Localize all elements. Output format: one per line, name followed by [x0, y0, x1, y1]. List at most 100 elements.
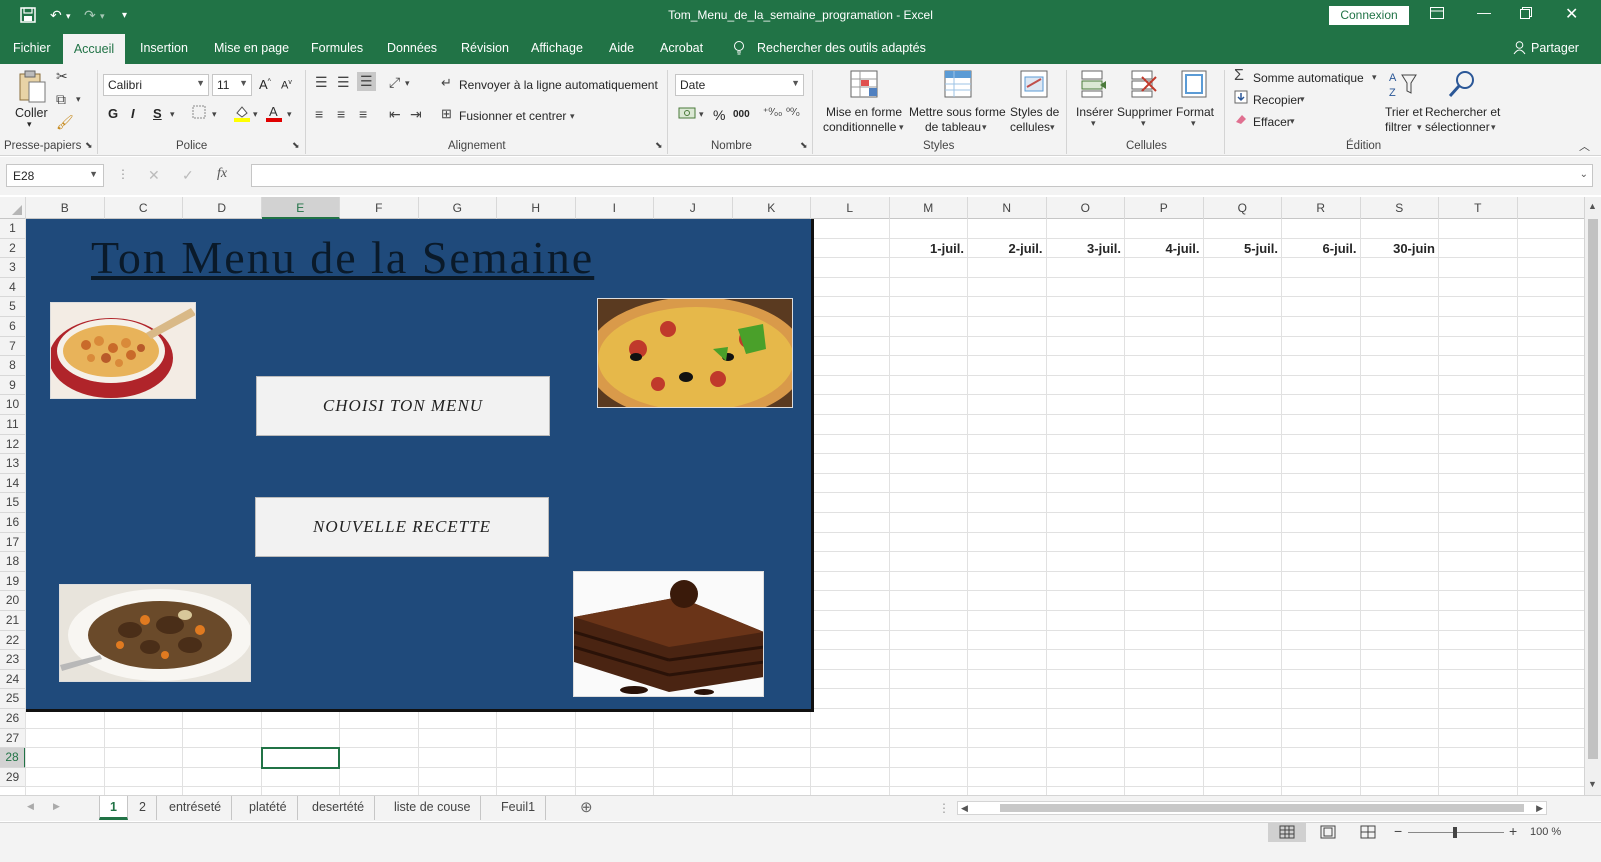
formula-input[interactable]: ⌄ [251, 164, 1593, 187]
column-header-d[interactable]: D [183, 197, 262, 219]
scroll-up-icon[interactable]: ▲ [1588, 201, 1597, 211]
row-header-4[interactable]: 4 [0, 277, 26, 298]
next-sheet-icon[interactable]: ▶ [53, 801, 60, 812]
selected-cell-e28[interactable] [260, 747, 340, 769]
spreadsheet-grid[interactable]: BCDEFGHIJKLMNOPQRST 1 2 3 4 5 6 7 8 9 10 11 12 13 14 1… [0, 197, 1601, 809]
tab-fichier[interactable]: Fichier [13, 41, 51, 55]
scroll-right-icon[interactable]: ▶ [1536, 803, 1543, 814]
new-recipe-button[interactable]: NOUVELLE RECETTE [255, 497, 549, 557]
italic-button[interactable]: I [131, 106, 135, 121]
column-header-o[interactable]: O [1047, 197, 1125, 219]
format-dropdown-icon[interactable]: ▾ [1191, 118, 1196, 129]
row-header-6[interactable]: 6 [0, 317, 26, 337]
insert-function-button[interactable]: fx [217, 166, 227, 182]
row-header-23[interactable]: 23 [0, 650, 26, 670]
grow-font-icon[interactable]: A^ [259, 77, 271, 92]
currency-dropdown-icon[interactable]: ▾ [699, 109, 704, 120]
close-icon[interactable]: ✕ [1565, 4, 1578, 24]
connexion-button[interactable]: Connexion [1329, 6, 1409, 25]
sheet-tab[interactable]: liste de couse [384, 796, 482, 820]
format-as-table-button[interactable]: Mettre sous forme [909, 105, 1006, 119]
row-header-1[interactable]: 1 [0, 219, 26, 239]
stew-image[interactable] [59, 584, 251, 682]
pizza-image[interactable] [597, 298, 793, 408]
autosum-dropdown-icon[interactable]: ▾ [1372, 72, 1377, 83]
row-header-8[interactable]: 8 [0, 356, 26, 376]
column-header-r[interactable]: R [1282, 197, 1361, 219]
date-cell[interactable]: 4-juil. [1125, 239, 1200, 259]
row-header-5[interactable]: 5 [0, 297, 26, 317]
search-tools[interactable]: Rechercher des outils adaptés [757, 41, 926, 55]
column-header-k[interactable]: K [733, 197, 811, 219]
decrease-decimal-icon[interactable]: ⁰⁰⁄₀ [786, 107, 800, 118]
scroll-down-icon[interactable]: ▼ [1588, 779, 1597, 789]
cell-styles-button[interactable]: Styles de [1010, 105, 1059, 119]
row-header-12[interactable]: 12 [0, 434, 26, 455]
collapse-ribbon-icon[interactable]: ︿ [1579, 138, 1590, 154]
normal-view-icon[interactable] [1268, 823, 1306, 842]
wrap-text-button[interactable]: Renvoyer à la ligne automatiquement [459, 78, 658, 92]
row-header-15[interactable]: 15 [0, 493, 26, 513]
row-header-16[interactable]: 16 [0, 513, 26, 533]
row-header-25[interactable]: 25 [0, 689, 26, 709]
date-cell[interactable]: 5-juil. [1204, 239, 1278, 259]
align-right-icon[interactable]: ≡ [359, 106, 367, 122]
autosum-button[interactable]: Somme automatique [1253, 71, 1364, 85]
minimize-icon[interactable]: — [1477, 4, 1491, 20]
row-header-11[interactable]: 11 [0, 415, 26, 435]
cell-styles-dropdown-icon[interactable]: ▾ [1050, 122, 1055, 133]
currency-icon[interactable] [678, 106, 696, 123]
shrink-font-icon[interactable]: Av [281, 79, 292, 92]
zoom-out-icon[interactable]: − [1394, 823, 1402, 839]
dialog-launcher-icon[interactable]: ⬊ [292, 140, 300, 151]
row-header-26[interactable]: 26 [0, 709, 26, 729]
row-header-19[interactable]: 19 [0, 571, 26, 592]
format-painter-icon[interactable]: 🖌 [56, 114, 74, 131]
fill-color-dropdown-icon[interactable]: ▾ [253, 109, 258, 120]
paste-icon[interactable] [17, 70, 47, 107]
date-cell[interactable]: 2-juil. [968, 239, 1043, 259]
decrease-indent-icon[interactable]: ⇤ [389, 106, 401, 123]
row-header-2[interactable]: 2 [0, 238, 26, 259]
paste-dropdown-icon[interactable]: ▾ [27, 119, 32, 130]
table-dropdown-icon[interactable]: ▾ [982, 122, 987, 133]
dialog-launcher-icon[interactable]: ⬊ [655, 140, 663, 151]
date-cell[interactable]: 1-juil. [890, 239, 964, 259]
row-header-29[interactable]: 29 [0, 767, 26, 788]
column-header-g[interactable]: G [419, 197, 497, 219]
column-header-f[interactable]: F [340, 197, 419, 219]
percent-button[interactable]: % [713, 107, 725, 123]
tab-mise-en-page[interactable]: Mise en page [214, 41, 289, 55]
merge-dropdown-icon[interactable]: ▾ [570, 111, 575, 122]
column-header-h[interactable]: H [497, 197, 576, 219]
date-cell[interactable]: 3-juil. [1047, 239, 1121, 259]
add-sheet-icon[interactable]: ⊕ [580, 798, 593, 816]
tab-affichage[interactable]: Affichage [531, 41, 583, 55]
conditional-format-button[interactable]: Mise en forme [826, 105, 902, 119]
align-middle-icon[interactable]: ☰ [337, 74, 350, 91]
cut-icon[interactable]: ✂ [56, 68, 68, 85]
copy-dropdown-icon[interactable]: ▾ [76, 94, 81, 105]
page-break-icon[interactable] [1360, 825, 1376, 842]
sort-filter-button[interactable]: Trier et [1385, 105, 1423, 119]
tab-insertion[interactable]: Insertion [140, 41, 188, 55]
increase-indent-icon[interactable]: ⇥ [410, 106, 422, 123]
sheet-tab[interactable]: 2 [129, 796, 157, 820]
zoom-level[interactable]: 100 % [1530, 826, 1561, 838]
sheet-tab[interactable]: platété [239, 796, 298, 820]
column-header-m[interactable]: M [890, 197, 968, 219]
cancel-icon[interactable]: ✕ [148, 167, 160, 184]
conditional-dropdown-icon[interactable]: ▾ [899, 122, 904, 133]
underline-button[interactable]: S [153, 106, 162, 121]
row-header-13[interactable]: 13 [0, 454, 26, 474]
format-button[interactable]: Format [1176, 105, 1214, 119]
select-all-corner[interactable] [0, 197, 26, 219]
fill-dropdown-icon[interactable]: ▾ [1300, 94, 1305, 105]
vertical-scrollbar[interactable]: ▲ ▼ [1584, 197, 1601, 809]
find-dropdown-icon[interactable]: ▾ [1491, 122, 1496, 133]
orientation-icon[interactable]: ⤢ [389, 74, 400, 91]
sort-dropdown-icon[interactable]: ▾ [1417, 122, 1422, 133]
clear-dropdown-icon[interactable]: ▾ [1290, 116, 1295, 127]
borders-dropdown-icon[interactable]: ▾ [212, 109, 217, 120]
restore-icon[interactable] [1520, 6, 1532, 22]
